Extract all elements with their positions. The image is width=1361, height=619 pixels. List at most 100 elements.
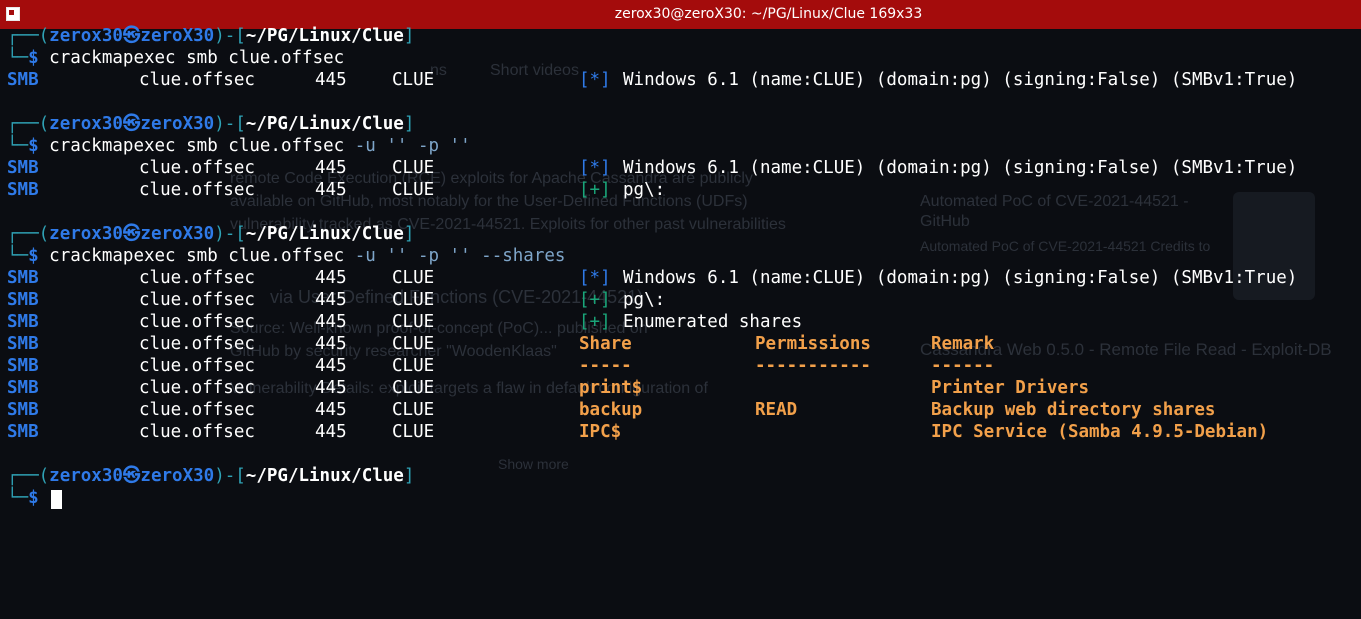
command-args: smb clue.offsec	[186, 48, 345, 68]
prompt-user: zerox30	[49, 114, 123, 134]
share-row: SMB clue.offsec 445 CLUE print$ Printer …	[7, 377, 1361, 399]
output-row: SMB clue.offsec 445 CLUE [+] pg\:	[7, 289, 1361, 311]
share-name: backup	[579, 400, 643, 420]
output-host: clue.offsec	[139, 400, 255, 420]
prompt-line: ┌──(zerox30㉿zeroX30)-[~/PG/Linux/Clue]	[7, 466, 415, 486]
output-message: pg\:	[623, 180, 666, 200]
prompt-host: zeroX30	[140, 224, 215, 244]
prompt-path: ~/PG/Linux/Clue	[245, 26, 404, 46]
prompt-line: ┌──(zerox30㉿zeroX30)-[~/PG/Linux/Clue]	[7, 114, 415, 134]
output-host: clue.offsec	[139, 334, 255, 354]
output-port: 445	[315, 70, 347, 90]
command-line: └─$ crackmapexec smb clue.offsec -u '' -…	[7, 246, 566, 266]
prompt-separator: ㉿	[122, 26, 141, 46]
command-args: smb clue.offsec	[186, 136, 345, 156]
status-success-marker: [+]	[579, 290, 611, 310]
share-row: SMB clue.offsec 445 CLUE backup READ Bac…	[7, 399, 1361, 421]
terminal-output[interactable]: ┌──(zerox30㉿zeroX30)-[~/PG/Linux/Clue] └…	[7, 25, 1361, 525]
output-protocol: SMB	[7, 70, 39, 90]
output-host: clue.offsec	[139, 378, 255, 398]
status-success-marker: [+]	[579, 312, 611, 332]
output-netbios-name: CLUE	[392, 378, 435, 398]
window-title: zerox30@zeroX30: ~/PG/Linux/Clue 169x33	[614, 6, 923, 22]
output-netbios-name: CLUE	[392, 70, 435, 90]
prompt-user: zerox30	[49, 26, 123, 46]
share-remark: IPC Service (Samba 4.9.5-Debian)	[931, 422, 1269, 442]
prompt-symbol: $	[28, 488, 39, 508]
output-protocol: SMB	[7, 180, 39, 200]
text-cursor[interactable]	[51, 490, 62, 509]
share-row: SMB clue.offsec 445 CLUE IPC$ IPC Servic…	[7, 421, 1361, 443]
output-protocol: SMB	[7, 312, 39, 332]
shares-col-permissions: Permissions	[755, 334, 871, 354]
command-options: -u '' -p '' --shares	[354, 246, 566, 266]
prompt-line: ┌──(zerox30㉿zeroX30)-[~/PG/Linux/Clue]	[7, 224, 415, 244]
prompt-separator: ㉿	[122, 224, 141, 244]
shares-underline: ------	[931, 356, 995, 376]
prompt-path: ~/PG/Linux/Clue	[245, 466, 404, 486]
output-host: clue.offsec	[139, 422, 255, 442]
command-tool: crackmapexec	[49, 246, 176, 266]
output-netbios-name: CLUE	[392, 180, 435, 200]
output-port: 445	[315, 290, 347, 310]
output-message: Windows 6.1 (name:CLUE) (domain:pg) (sig…	[623, 158, 1298, 178]
output-row: SMB clue.offsec 445 CLUE [+] pg\:	[7, 179, 1361, 201]
shares-underline-row: SMB clue.offsec 445 CLUE ----- ---------…	[7, 355, 1361, 377]
output-port: 445	[315, 158, 347, 178]
output-host: clue.offsec	[139, 158, 255, 178]
shares-col-share: Share	[579, 334, 632, 354]
share-remark: Printer Drivers	[931, 378, 1090, 398]
output-netbios-name: CLUE	[392, 356, 435, 376]
share-name: print$	[579, 378, 643, 398]
command-tool: crackmapexec	[49, 48, 176, 68]
output-port: 445	[315, 356, 347, 376]
share-permissions: READ	[755, 400, 798, 420]
command-line: └─$ crackmapexec smb clue.offsec	[7, 48, 345, 68]
prompt-path: ~/PG/Linux/Clue	[245, 224, 404, 244]
output-netbios-name: CLUE	[392, 158, 435, 178]
output-netbios-name: CLUE	[392, 334, 435, 354]
output-host: clue.offsec	[139, 268, 255, 288]
output-host: clue.offsec	[139, 70, 255, 90]
prompt-host: zeroX30	[140, 26, 215, 46]
output-netbios-name: CLUE	[392, 268, 435, 288]
shares-underline: -----------	[755, 356, 871, 376]
output-netbios-name: CLUE	[392, 312, 435, 332]
output-host: clue.offsec	[139, 290, 255, 310]
output-message: pg\:	[623, 290, 666, 310]
output-port: 445	[315, 312, 347, 332]
output-protocol: SMB	[7, 422, 39, 442]
output-port: 445	[315, 378, 347, 398]
output-protocol: SMB	[7, 158, 39, 178]
output-message: Windows 6.1 (name:CLUE) (domain:pg) (sig…	[623, 70, 1298, 90]
output-port: 445	[315, 334, 347, 354]
command-line: └─$ crackmapexec smb clue.offsec -u '' -…	[7, 136, 471, 156]
output-host: clue.offsec	[139, 180, 255, 200]
status-info-marker: [*]	[579, 70, 611, 90]
prompt-user: zerox30	[49, 466, 123, 486]
output-netbios-name: CLUE	[392, 400, 435, 420]
active-command-line[interactable]: └─$	[7, 487, 1361, 509]
command-tool: crackmapexec	[49, 136, 176, 156]
output-port: 445	[315, 400, 347, 420]
output-protocol: SMB	[7, 290, 39, 310]
output-message: Windows 6.1 (name:CLUE) (domain:pg) (sig…	[623, 268, 1298, 288]
output-row: SMB clue.offsec 445 CLUE [*] Windows 6.1…	[7, 267, 1361, 289]
output-row: SMB clue.offsec 445 CLUE [*] Windows 6.1…	[7, 69, 1361, 91]
share-name: IPC$	[579, 422, 622, 442]
shares-header-row: SMB clue.offsec 445 CLUE Share Permissio…	[7, 333, 1361, 355]
output-port: 445	[315, 268, 347, 288]
status-success-marker: [+]	[579, 180, 611, 200]
shares-underline: -----	[579, 356, 632, 376]
status-info-marker: [*]	[579, 158, 611, 178]
output-port: 445	[315, 422, 347, 442]
prompt-separator: ㉿	[122, 466, 141, 486]
output-row: SMB clue.offsec 445 CLUE [*] Windows 6.1…	[7, 157, 1361, 179]
output-netbios-name: CLUE	[392, 422, 435, 442]
command-options: -u '' -p ''	[354, 136, 471, 156]
status-info-marker: [*]	[579, 268, 611, 288]
share-remark: Backup web directory shares	[931, 400, 1216, 420]
prompt-host: zeroX30	[140, 466, 215, 486]
prompt-user: zerox30	[49, 224, 123, 244]
